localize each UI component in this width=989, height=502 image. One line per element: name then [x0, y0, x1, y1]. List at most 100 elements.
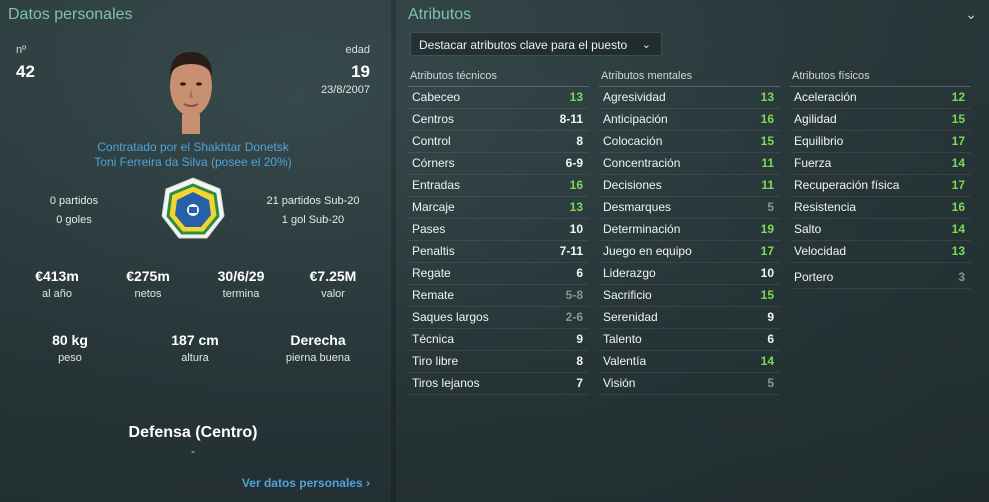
panel-title: Datos personales [8, 6, 133, 23]
mental-attribute-row[interactable]: Sacrificio 15 [599, 285, 780, 307]
attribute-name: Equilibrio [794, 134, 844, 148]
technical-attributes: Atributos técnicos Cabeceo 13 Centros 8-11 C… [408, 70, 589, 395]
attribute-name: Tiros lejanos [412, 376, 480, 390]
technical-attribute-row[interactable]: Tiro libre 8 [408, 351, 589, 373]
attribute-value: 14 [760, 354, 774, 368]
goalkeeping-attribute-row[interactable]: Portero 3 [790, 267, 971, 289]
technical-attribute-row[interactable]: Marcaje 13 [408, 197, 589, 219]
mental-attribute-row[interactable]: Valentía 14 [599, 351, 780, 373]
technical-attribute-row[interactable]: Pases 10 [408, 219, 589, 241]
technical-attribute-row[interactable]: Regate 6 [408, 263, 589, 285]
age-label: edad [345, 44, 370, 56]
physical-attribute-row[interactable]: Recuperación física 17 [790, 175, 971, 197]
mental-attribute-row[interactable]: Determinación 19 [599, 219, 780, 241]
attribute-value: 17 [760, 244, 774, 258]
market-value: €7.25M [309, 268, 357, 284]
contract-line-owner[interactable]: Toni Ferreira da Silva (posee el 20%) [0, 155, 386, 170]
u20-goals: 1 gol Sub-20 [281, 214, 345, 226]
attribute-name: Liderazgo [603, 266, 656, 280]
contract-expiry-label: termina [222, 288, 260, 300]
physical-attribute-row[interactable]: Agilidad 15 [790, 109, 971, 131]
attribute-value: 19 [760, 222, 774, 236]
attribute-value: 10 [569, 222, 583, 236]
mental-attribute-row[interactable]: Visión 5 [599, 373, 780, 395]
contract-expiry-value: 30/6/29 [217, 268, 265, 284]
technical-attribute-row[interactable]: Técnica 9 [408, 329, 589, 351]
technical-attribute-row[interactable]: Centros 8-11 [408, 109, 589, 131]
attribute-value: 11 [761, 156, 774, 170]
attribute-name: Salto [794, 222, 822, 236]
contract-line-club[interactable]: Contratado por el Shakhtar Donetsk [0, 140, 386, 155]
mental-attribute-row[interactable]: Anticipación 16 [599, 109, 780, 131]
net-wage-stat: €275m netos [103, 268, 193, 300]
mental-attribute-row[interactable]: Concentración 11 [599, 153, 780, 175]
attribute-value: 6 [767, 332, 774, 346]
attribute-value: 16 [569, 178, 583, 192]
physical-attribute-row[interactable]: Velocidad 13 [790, 241, 971, 263]
mental-attribute-row[interactable]: Decisiones 11 [599, 175, 780, 197]
physical-attribute-row[interactable]: Equilibrio 17 [790, 131, 971, 153]
attribute-value: 3 [958, 270, 965, 284]
preferred-foot-stat: Derecha pierna buena [273, 332, 363, 364]
personal-details-panel: Datos personales nº 42 edad 19 23/8/2007… [0, 0, 386, 502]
chevron-down-icon[interactable]: ⌄ [965, 6, 977, 23]
attribute-name: Velocidad [794, 244, 847, 258]
technical-attribute-row[interactable]: Entradas 16 [408, 175, 589, 197]
technical-attribute-row[interactable]: Cabeceo 13 [408, 87, 589, 109]
attribute-name: Talento [603, 332, 642, 346]
physical-attribute-row[interactable]: Fuerza 14 [790, 153, 971, 175]
attribute-name: Agilidad [794, 112, 837, 126]
value-stat: €7.25M valor [288, 268, 378, 300]
physical-attribute-row[interactable]: Resistencia 16 [790, 197, 971, 219]
contract-info[interactable]: Contratado por el Shakhtar Donetsk Toni … [0, 140, 386, 170]
attribute-value: 14 [951, 156, 965, 170]
technical-attribute-row[interactable]: Tiros lejanos 7 [408, 373, 589, 395]
contract-expiry-stat: 30/6/29 termina [196, 268, 286, 300]
attribute-name: Colocación [603, 134, 663, 148]
technical-attribute-row[interactable]: Saques largos 2-6 [408, 307, 589, 329]
mental-header: Atributos mentales [599, 70, 780, 87]
technical-attribute-row[interactable]: Remate 5-8 [408, 285, 589, 307]
view-personal-details-link[interactable]: Ver datos personales › [242, 476, 370, 490]
height-label: altura [181, 352, 209, 364]
view-personal-details-label[interactable]: Ver datos personales [242, 476, 363, 490]
wage-label: al año [42, 288, 72, 300]
highlight-key-attributes-dropdown[interactable]: Destacar atributos clave para el puesto … [410, 32, 662, 56]
technical-attribute-row[interactable]: Control 8 [408, 131, 589, 153]
attribute-value: 16 [760, 112, 774, 126]
chevron-right-icon: › [366, 476, 370, 490]
attribute-value: 13 [569, 200, 583, 214]
attribute-name: Sacrificio [603, 288, 652, 302]
mental-attribute-row[interactable]: Desmarques 5 [599, 197, 780, 219]
attribute-name: Decisiones [603, 178, 662, 192]
wage-value: €413m [35, 268, 79, 284]
mental-attribute-row[interactable]: Talento 6 [599, 329, 780, 351]
attribute-value: 13 [569, 90, 583, 104]
national-team-badge[interactable] [160, 176, 226, 242]
weight-stat: 80 kg peso [25, 332, 115, 364]
mental-attribute-row[interactable]: Colocación 15 [599, 131, 780, 153]
technical-attribute-row[interactable]: Penaltis 7-11 [408, 241, 589, 263]
technical-attribute-row[interactable]: Córners 6-9 [408, 153, 589, 175]
highlight-dropdown-label[interactable]: Destacar atributos clave para el puesto [419, 38, 627, 52]
attribute-value: 5 [767, 200, 774, 214]
mental-attribute-row[interactable]: Juego en equipo 17 [599, 241, 780, 263]
goalkeeping-row: Portero 3 [790, 267, 971, 289]
attribute-value: 13 [951, 244, 965, 258]
squad-number: 42 [16, 62, 35, 81]
mental-attribute-row[interactable]: Agresividad 13 [599, 87, 780, 109]
dropdown-chevron-icon: ⌄ [641, 39, 651, 51]
attribute-name: Visión [603, 376, 636, 390]
attribute-name: Córners [412, 156, 455, 170]
net-wage-label: netos [134, 288, 162, 300]
attribute-value: 16 [951, 200, 965, 214]
attribute-name: Desmarques [603, 200, 672, 214]
physical-attribute-row[interactable]: Aceleración 12 [790, 87, 971, 109]
attribute-value: 2-6 [565, 310, 583, 324]
attribute-value: 9 [576, 332, 583, 346]
mental-attribute-row[interactable]: Serenidad 9 [599, 307, 780, 329]
physical-attributes: Atributos físicos Aceleración 12 Agilidad 1… [790, 70, 971, 289]
physical-rows: Aceleración 12 Agilidad 15 Equilibrio 17 Fuerz… [790, 87, 971, 263]
physical-attribute-row[interactable]: Salto 14 [790, 219, 971, 241]
mental-attribute-row[interactable]: Liderazgo 10 [599, 263, 780, 285]
